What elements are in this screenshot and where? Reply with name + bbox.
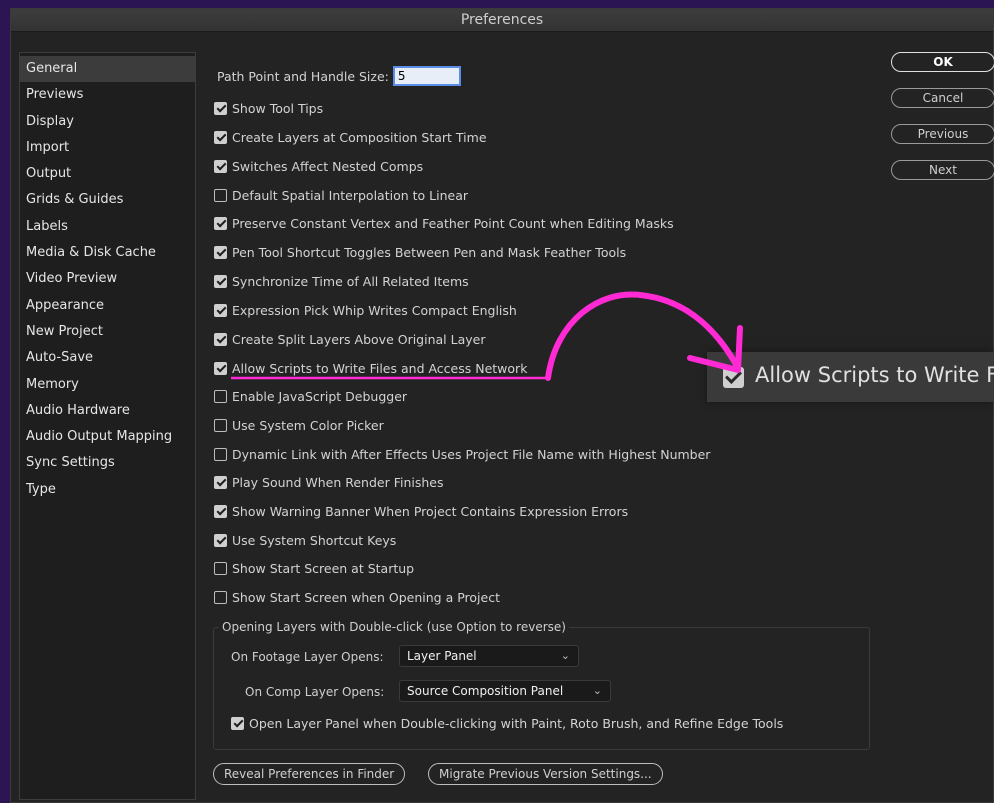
double-click-group-title: Opening Layers with Double-click (use Op… <box>219 620 569 634</box>
sidebar-item-display[interactable]: Display <box>20 109 195 135</box>
option-warning-banner[interactable]: Show Warning Banner When Project Contain… <box>214 501 628 521</box>
option-label: Enable JavaScript Debugger <box>232 388 408 404</box>
option-default-spatial-linear[interactable]: Default Spatial Interpolation to Linear <box>214 185 468 205</box>
checkbox-checked-icon[interactable] <box>214 303 227 317</box>
sidebar-item-audio-output-mapping[interactable]: Audio Output Mapping <box>20 424 195 450</box>
checkbox-checked-icon[interactable] <box>214 332 227 346</box>
checkbox-unchecked-icon[interactable] <box>214 447 227 461</box>
checkbox-checked-icon[interactable] <box>214 159 227 173</box>
option-label: Show Start Screen at Startup <box>232 560 415 576</box>
option-enable-js-debugger[interactable]: Enable JavaScript Debugger <box>214 386 407 406</box>
option-allow-scripts-network[interactable]: Allow Scripts to Write Files and Access … <box>214 358 527 378</box>
option-show-tool-tips[interactable]: Show Tool Tips <box>214 98 323 118</box>
option-pick-whip-compact[interactable]: Expression Pick Whip Writes Compact Engl… <box>214 300 517 320</box>
option-play-sound-render[interactable]: Play Sound When Render Finishes <box>214 472 444 492</box>
sidebar-item-appearance[interactable]: Appearance <box>20 293 195 319</box>
sidebar-item-previews[interactable]: Previews <box>20 82 195 108</box>
option-label: Dynamic Link with After Effects Uses Pro… <box>232 446 711 462</box>
option-label: Use System Color Picker <box>232 417 384 433</box>
comp-layer-value: Source Composition Panel <box>407 684 564 698</box>
checkbox-checked-icon[interactable] <box>214 101 227 115</box>
reveal-preferences-button[interactable]: Reveal Preferences in Finder <box>213 763 406 785</box>
option-dynamic-link-highest[interactable]: Dynamic Link with After Effects Uses Pro… <box>214 444 710 464</box>
checkbox-unchecked-icon[interactable] <box>214 590 227 604</box>
checkbox-checked-icon[interactable] <box>214 533 227 547</box>
checkbox-checked-icon[interactable] <box>214 245 227 259</box>
option-label: Show Warning Banner When Project Contain… <box>232 503 629 519</box>
option-start-screen-startup[interactable]: Show Start Screen at Startup <box>214 558 414 578</box>
checkbox-checked-icon[interactable] <box>214 361 227 375</box>
callout-text: Allow Scripts to Write F <box>755 363 994 387</box>
option-label: Show Start Screen when Opening a Project <box>232 589 500 605</box>
sidebar-item-video-preview[interactable]: Video Preview <box>20 266 195 292</box>
sidebar-item-audio-hardware[interactable]: Audio Hardware <box>20 398 195 424</box>
option-label: Open Layer Panel when Double-clicking wi… <box>249 715 784 731</box>
option-label: Show Tool Tips <box>232 100 324 116</box>
path-point-size-input[interactable] <box>392 66 461 86</box>
option-label: Switches Affect Nested Comps <box>232 158 424 174</box>
option-system-color-picker[interactable]: Use System Color Picker <box>214 415 384 435</box>
option-open-layer-panel-paint[interactable]: Open Layer Panel when Double-clicking wi… <box>231 713 783 733</box>
option-label: Synchronize Time of All Related Items <box>232 273 469 289</box>
sidebar-item-new-project[interactable]: New Project <box>20 319 195 345</box>
option-label: Preserve Constant Vertex and Feather Poi… <box>232 215 674 231</box>
zoom-callout: Allow Scripts to Write F <box>707 352 994 402</box>
chevron-down-icon: ⌄ <box>560 649 570 662</box>
checkbox-unchecked-icon[interactable] <box>214 561 227 575</box>
chevron-down-icon: ⌄ <box>592 684 602 697</box>
option-create-layers-start-time[interactable]: Create Layers at Composition Start Time <box>214 127 487 147</box>
sidebar-item-labels[interactable]: Labels <box>20 214 195 240</box>
option-label: Create Layers at Composition Start Time <box>232 129 487 145</box>
option-split-layers-above[interactable]: Create Split Layers Above Original Layer <box>214 329 485 349</box>
option-label: Default Spatial Interpolation to Linear <box>232 187 468 203</box>
callout-checkbox-icon <box>723 367 744 388</box>
path-point-label: Path Point and Handle Size: <box>217 68 389 84</box>
checkbox-checked-icon[interactable] <box>214 216 227 230</box>
checkbox-checked-icon[interactable] <box>214 274 227 288</box>
sidebar-item-grids-guides[interactable]: Grids & Guides <box>20 187 195 213</box>
checkbox-unchecked-icon[interactable] <box>214 389 227 403</box>
option-label: Create Split Layers Above Original Layer <box>232 331 486 347</box>
option-start-screen-opening[interactable]: Show Start Screen when Opening a Project <box>214 587 500 607</box>
sidebar-item-auto-save[interactable]: Auto-Save <box>20 345 195 371</box>
checkbox-checked-icon[interactable] <box>231 716 244 730</box>
cancel-button[interactable]: Cancel <box>891 88 994 108</box>
checkbox-checked-icon[interactable] <box>214 475 227 489</box>
next-button[interactable]: Next <box>891 160 994 180</box>
checkbox-checked-icon[interactable] <box>214 130 227 144</box>
option-pen-tool-shortcut[interactable]: Pen Tool Shortcut Toggles Between Pen an… <box>214 242 626 262</box>
path-point-row: Path Point and Handle Size: <box>217 66 461 86</box>
window-title: Preferences <box>11 9 993 32</box>
option-label: Use System Shortcut Keys <box>232 532 397 548</box>
footage-layer-label: On Footage Layer Opens: <box>231 650 384 664</box>
option-switches-nested-comps[interactable]: Switches Affect Nested Comps <box>214 156 423 176</box>
comp-layer-select[interactable]: Source Composition Panel ⌄ <box>399 680 611 702</box>
ok-button[interactable]: OK <box>891 52 994 72</box>
sidebar-item-media-disk-cache[interactable]: Media & Disk Cache <box>20 240 195 266</box>
sidebar-item-type[interactable]: Type <box>20 477 195 503</box>
comp-layer-label: On Comp Layer Opens: <box>245 685 385 699</box>
sidebar-item-memory[interactable]: Memory <box>20 372 195 398</box>
migrate-settings-button[interactable]: Migrate Previous Version Settings... <box>428 763 663 785</box>
option-label: Allow Scripts to Write Files and Access … <box>232 360 528 376</box>
previous-button[interactable]: Previous <box>891 124 994 144</box>
checkbox-checked-icon[interactable] <box>214 504 227 518</box>
option-label: Play Sound When Render Finishes <box>232 474 444 490</box>
footage-layer-select[interactable]: Layer Panel ⌄ <box>399 645 579 667</box>
sidebar-item-sync-settings[interactable]: Sync Settings <box>20 450 195 476</box>
checkbox-unchecked-icon[interactable] <box>214 418 227 432</box>
footage-layer-value: Layer Panel <box>407 649 477 663</box>
option-preserve-vertex-count[interactable]: Preserve Constant Vertex and Feather Poi… <box>214 213 674 233</box>
category-sidebar: General Previews Display Import Output G… <box>19 52 196 800</box>
option-label: Expression Pick Whip Writes Compact Engl… <box>232 302 517 318</box>
sidebar-item-import[interactable]: Import <box>20 135 195 161</box>
option-system-shortcut-keys[interactable]: Use System Shortcut Keys <box>214 530 396 550</box>
option-label: Pen Tool Shortcut Toggles Between Pen an… <box>232 244 627 260</box>
sidebar-item-output[interactable]: Output <box>20 161 195 187</box>
checkbox-unchecked-icon[interactable] <box>214 188 227 202</box>
sidebar-item-general[interactable]: General <box>20 56 195 83</box>
option-synchronize-time[interactable]: Synchronize Time of All Related Items <box>214 271 469 291</box>
